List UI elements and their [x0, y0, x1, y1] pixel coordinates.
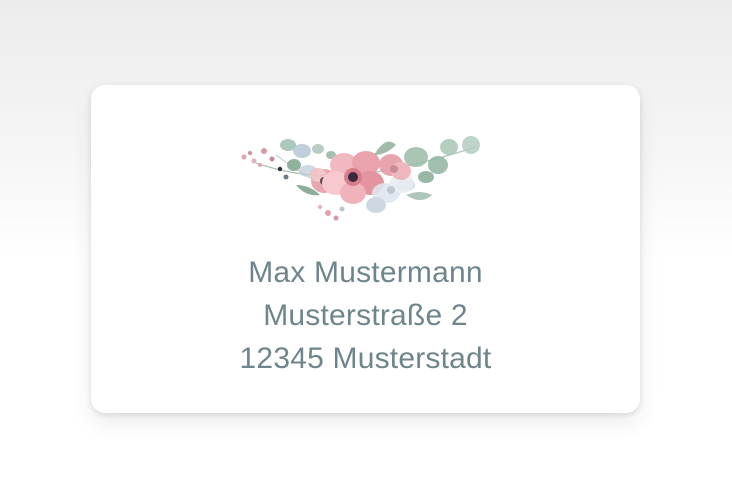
city-line: 12345 Musterstadt	[239, 342, 492, 375]
street-line: Musterstraße 2	[263, 299, 468, 332]
address-block: Max Mustermann Musterstraße 2 12345 Must…	[91, 251, 640, 380]
recipient-name: Max Mustermann	[248, 256, 483, 289]
floral-wreath-icon	[241, 136, 480, 221]
address-label-card: Max Mustermann Musterstraße 2 12345 Must…	[91, 85, 640, 413]
